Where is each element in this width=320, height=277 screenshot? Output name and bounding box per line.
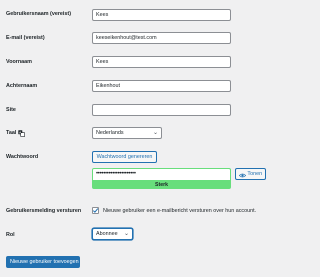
add-user-button[interactable]: Nieuwe gebruiker toevoegen — [6, 256, 80, 268]
email-label: E-mail (vereist) — [6, 35, 45, 41]
role-label: Rol — [6, 232, 15, 238]
first-name-input[interactable]: Kees — [92, 56, 231, 68]
last-name-input[interactable]: Eikenhout — [92, 80, 231, 92]
first-name-label: Voornaam — [6, 59, 32, 65]
password-label: Wachtwoord — [6, 154, 39, 160]
password-input[interactable]: •••••••••••••••••••••• — [92, 168, 231, 180]
generate-password-button[interactable]: Wachtwoord genereren — [92, 151, 157, 163]
password-strength-meter: Sterk — [92, 180, 231, 189]
eye-icon — [238, 172, 247, 177]
language-label: Taal — [6, 130, 17, 136]
last-name-label: Achternaam — [6, 83, 38, 89]
username-input[interactable]: Kees — [92, 9, 231, 21]
language-select[interactable]: Nederlands ⌄ — [92, 127, 162, 139]
site-label: Site — [6, 107, 16, 113]
language-label-row: Taal A — [6, 130, 26, 138]
role-selected: Abonnee — [96, 231, 118, 237]
role-select[interactable]: Abonnee ⌄ — [92, 228, 133, 240]
username-label: Gebruikersnaam (vereist) — [6, 11, 72, 17]
notification-description: Nieuwe gebruiker een e-mailbericht verst… — [103, 208, 257, 214]
chevron-down-icon: ⌄ — [123, 231, 129, 237]
translation-icon: A — [18, 130, 26, 138]
email-input[interactable]: keeseikenhout@test.com — [92, 32, 231, 44]
site-input[interactable] — [92, 104, 231, 116]
show-password-button[interactable]: Tonen — [235, 168, 266, 180]
show-password-label: Tonen — [247, 170, 263, 177]
notification-label: Gebruikersmelding versturen — [6, 208, 82, 214]
chevron-down-icon: ⌄ — [152, 130, 158, 136]
notification-checkbox[interactable] — [92, 207, 99, 214]
checkmark-icon — [93, 208, 99, 214]
language-selected: Nederlands — [96, 130, 124, 136]
